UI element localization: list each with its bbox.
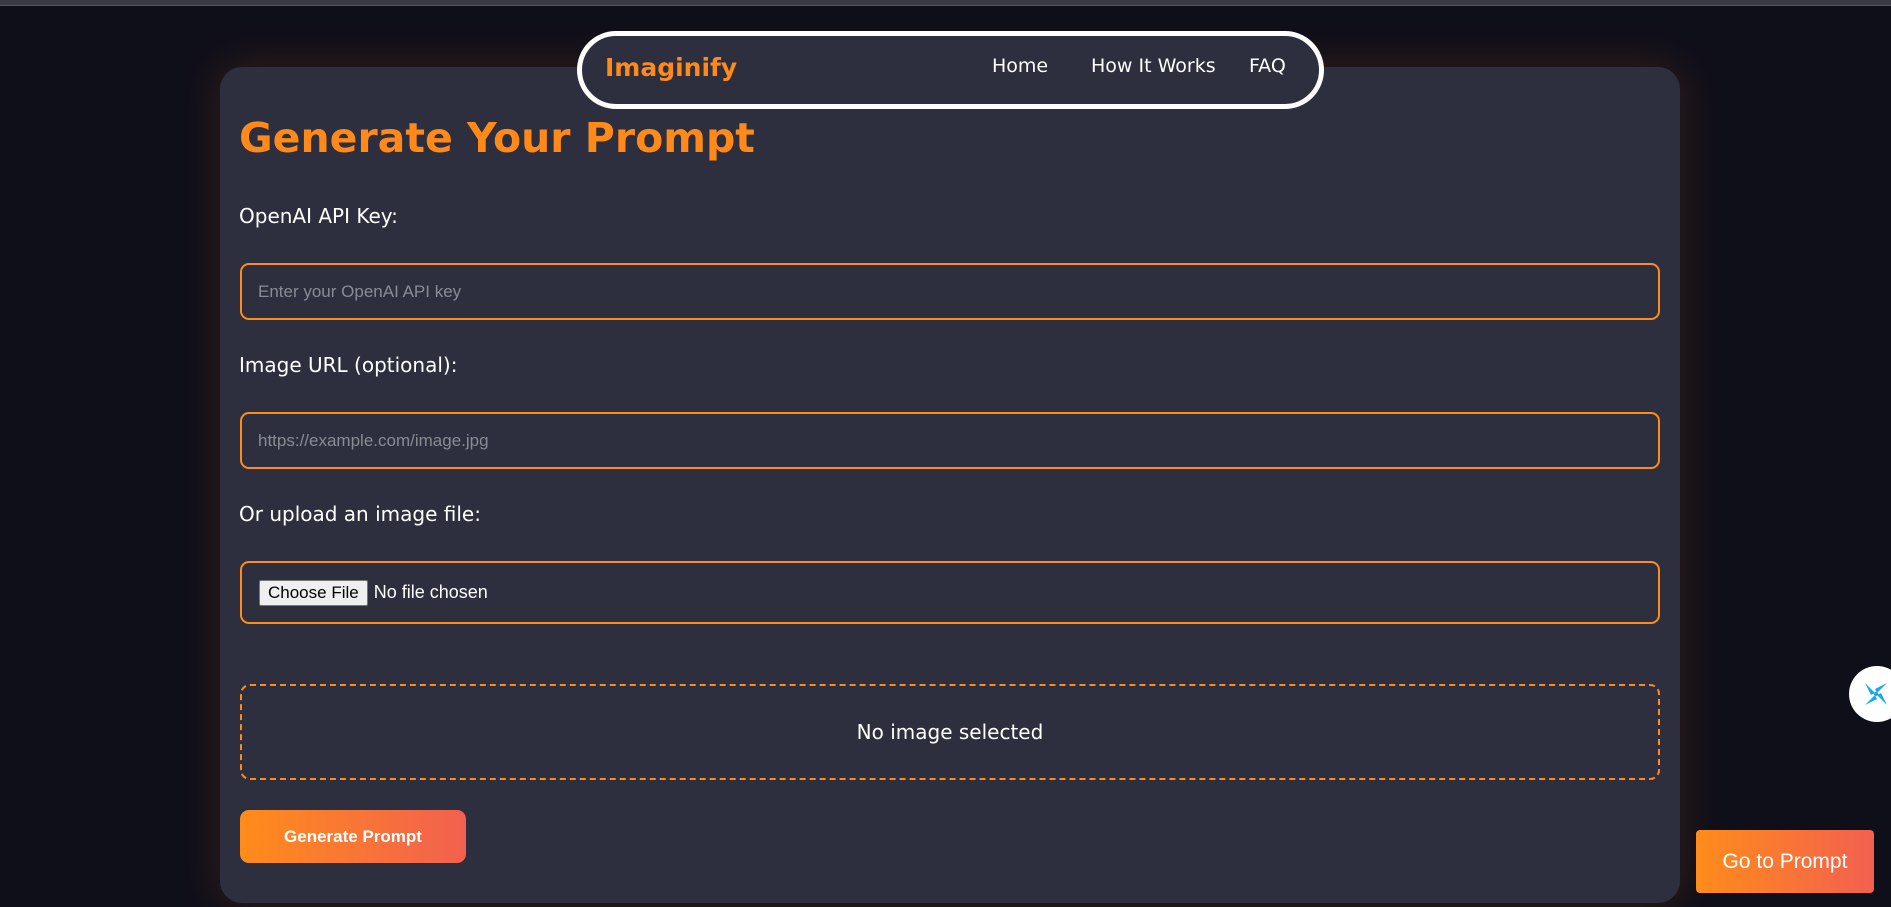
brand-logo[interactable]: Imaginify [605, 53, 737, 82]
navbar: Imaginify Home How It Works FAQ [577, 31, 1324, 109]
image-url-input[interactable] [240, 412, 1660, 469]
nav-link-home[interactable]: Home [992, 55, 1048, 77]
preview-placeholder-text: No image selected [856, 720, 1044, 744]
generate-prompt-button[interactable]: Generate Prompt [240, 810, 466, 863]
file-status-text: No file chosen [373, 582, 488, 602]
go-to-prompt-button[interactable]: Go to Prompt [1696, 830, 1874, 893]
image-preview-area: No image selected [240, 684, 1660, 780]
choose-file-button[interactable]: Choose File [259, 579, 368, 606]
image-url-label: Image URL (optional): [239, 353, 458, 377]
pinwheel-icon [1865, 683, 1887, 705]
api-key-input[interactable] [240, 263, 1660, 320]
file-upload-field[interactable]: Choose File No file chosen [240, 561, 1660, 624]
nav-link-faq[interactable]: FAQ [1249, 55, 1286, 77]
page-title: Generate Your Prompt [239, 114, 755, 162]
nav-link-how-it-works[interactable]: How It Works [1091, 55, 1216, 77]
floating-widget[interactable] [1849, 666, 1891, 722]
upload-label: Or upload an image file: [239, 502, 481, 526]
api-key-label: OpenAI API Key: [239, 204, 398, 228]
browser-top-edge [0, 0, 1891, 6]
